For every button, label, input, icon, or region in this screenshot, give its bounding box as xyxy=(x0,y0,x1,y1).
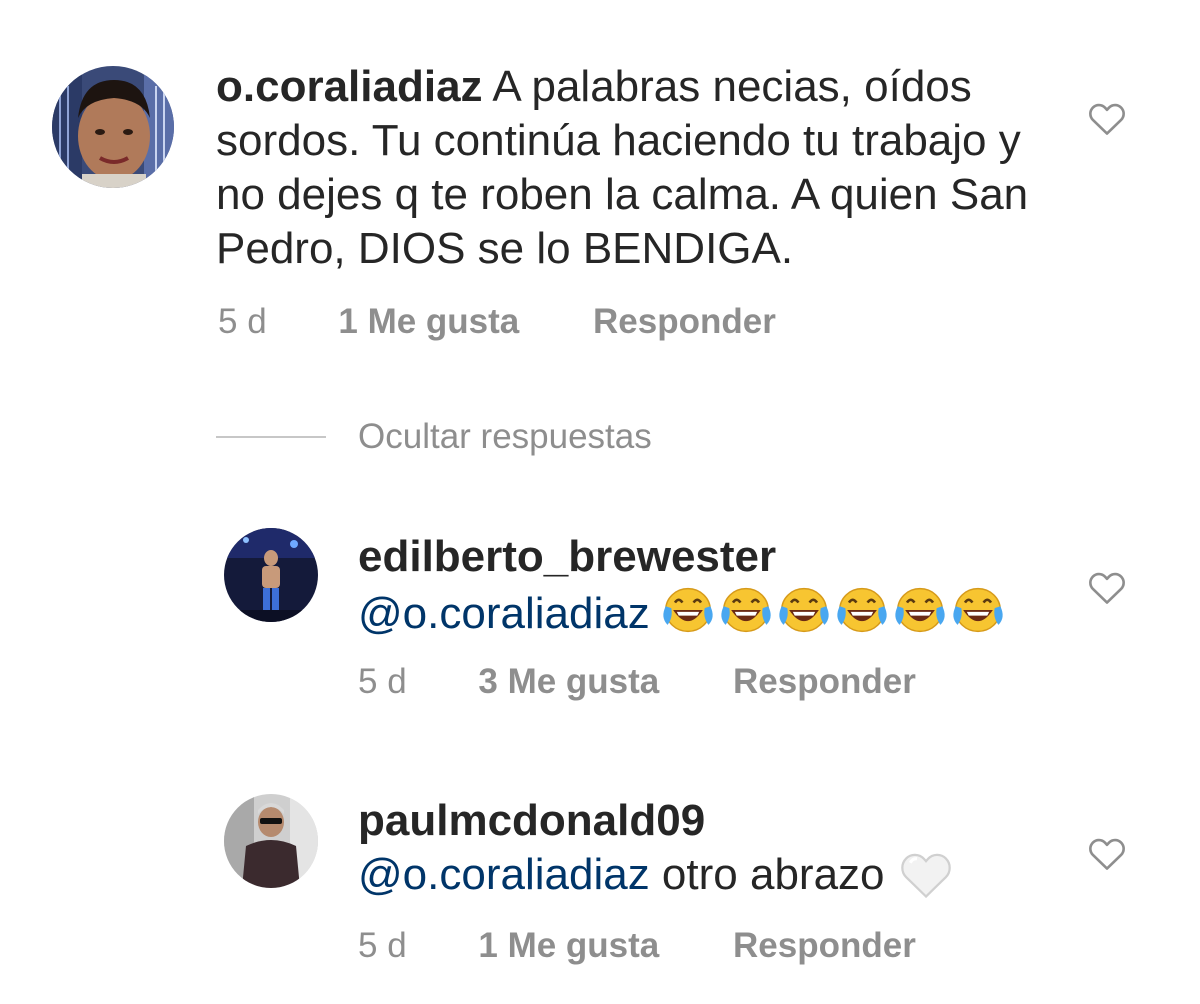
reply-button[interactable]: Responder xyxy=(733,926,916,966)
reply-text: paulmcdonald09 @o.coraliadiaz otro abraz… xyxy=(358,794,1078,902)
comment-meta: 5 d 1 Me gusta Responder xyxy=(218,302,776,342)
reply-likes[interactable]: 3 Me gusta xyxy=(478,662,659,702)
comment-likes[interactable]: 1 Me gusta xyxy=(338,302,519,342)
avatar[interactable] xyxy=(224,528,318,622)
reply-username[interactable]: edilberto_brewester xyxy=(358,530,1078,584)
mention-link[interactable]: @o.coraliadiaz xyxy=(358,850,650,899)
comment-text: o.coraliadiaz A palabras necias, oídos s… xyxy=(216,60,1076,276)
avatar[interactable] xyxy=(224,794,318,888)
avatar-image xyxy=(52,66,174,188)
like-heart-icon[interactable] xyxy=(1087,569,1127,605)
reply-likes[interactable]: 1 Me gusta xyxy=(478,926,659,966)
hide-replies-toggle[interactable]: Ocultar respuestas xyxy=(216,412,652,462)
reply-body: otro abrazo xyxy=(649,850,885,899)
reply-button[interactable]: Responder xyxy=(593,302,776,342)
avatar[interactable] xyxy=(52,66,174,188)
reply-time: 5 d xyxy=(358,926,407,965)
reply-meta: 5 d 3 Me gusta Responder xyxy=(358,662,916,702)
reply-meta: 5 d 1 Me gusta Responder xyxy=(358,926,916,966)
avatar-image xyxy=(224,794,318,888)
tears-of-joy-emoji-icon xyxy=(776,584,832,636)
avatar-image xyxy=(224,528,318,622)
tears-of-joy-emoji-icon xyxy=(892,584,948,636)
like-heart-icon[interactable] xyxy=(1087,835,1127,871)
comment-time: 5 d xyxy=(218,302,267,341)
tears-of-joy-emoji-icon xyxy=(834,584,890,636)
emoji-row xyxy=(660,584,1008,636)
hide-replies-label: Ocultar respuestas xyxy=(358,417,652,456)
reply-username[interactable]: paulmcdonald09 xyxy=(358,794,1078,848)
reply-button[interactable]: Responder xyxy=(733,662,916,702)
tears-of-joy-emoji-icon xyxy=(718,584,774,636)
white-heart-icon xyxy=(899,849,953,899)
mention-link[interactable]: @o.coraliadiaz xyxy=(358,589,650,638)
tears-of-joy-emoji-icon xyxy=(950,584,1006,636)
divider xyxy=(216,436,326,438)
reply-time: 5 d xyxy=(358,662,407,701)
tears-of-joy-emoji-icon xyxy=(660,584,716,636)
reply-text: edilberto_brewester @o.coraliadiaz xyxy=(358,530,1078,641)
comment-username[interactable]: o.coraliadiaz xyxy=(216,62,483,111)
like-heart-icon[interactable] xyxy=(1087,100,1127,136)
